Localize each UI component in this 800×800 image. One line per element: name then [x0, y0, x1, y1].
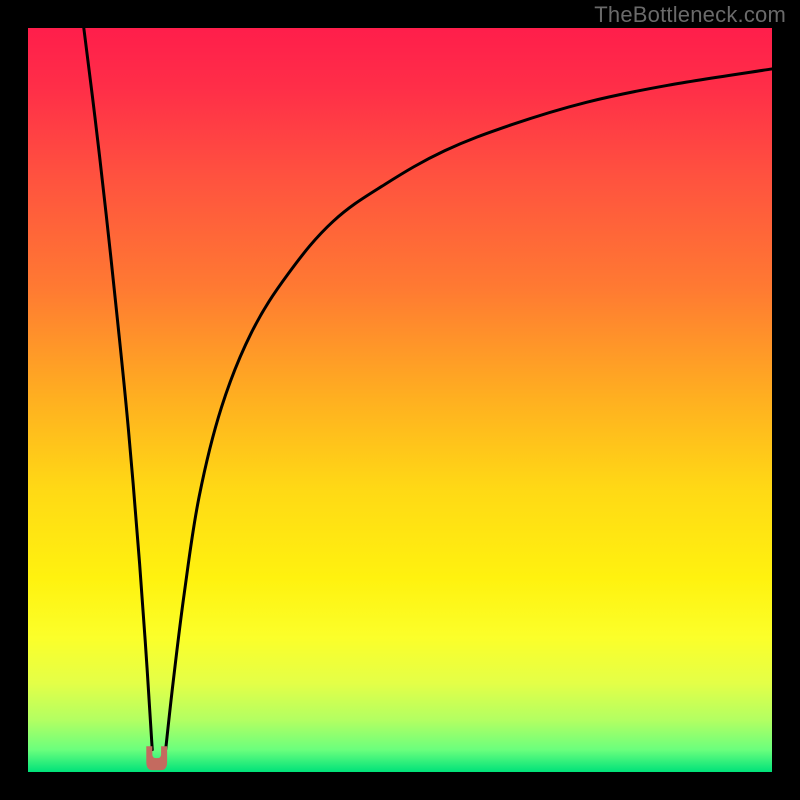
chart-frame: TheBottleneck.com	[0, 0, 800, 800]
watermark-text: TheBottleneck.com	[594, 2, 786, 28]
plot-background	[28, 28, 772, 772]
bottleneck-plot	[0, 0, 800, 800]
